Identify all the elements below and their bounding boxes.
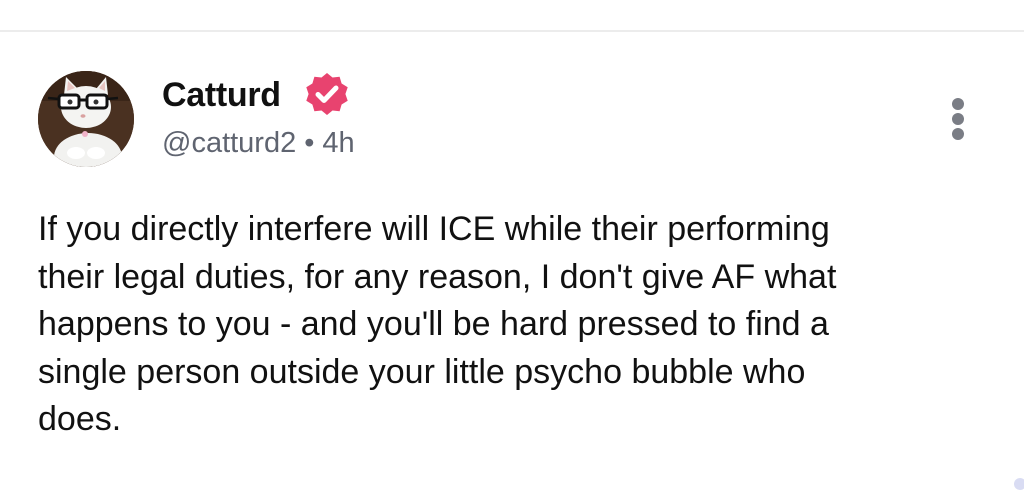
post-timestamp[interactable]: 4h bbox=[322, 127, 354, 159]
post-body-text: If you directly interfere will ICE while… bbox=[38, 210, 837, 438]
cat-avatar-icon bbox=[38, 71, 134, 167]
more-vertical-icon[interactable] bbox=[943, 96, 973, 142]
verified-badge-icon bbox=[306, 73, 348, 115]
avatar[interactable] bbox=[38, 71, 134, 167]
meta-separator: • bbox=[304, 127, 315, 159]
corner-indicator bbox=[1014, 478, 1024, 490]
author-handle[interactable]: @catturd2 bbox=[162, 127, 296, 159]
top-divider bbox=[0, 30, 1024, 32]
author-name[interactable]: Catturd bbox=[162, 74, 281, 116]
post-meta: @catturd2 • 4h bbox=[162, 124, 355, 162]
